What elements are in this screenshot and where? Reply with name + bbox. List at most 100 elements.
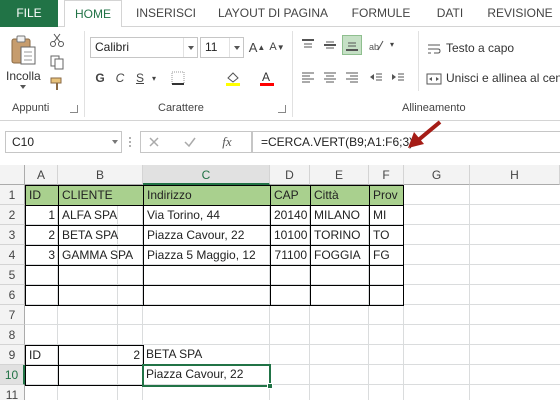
orientation-icon[interactable]: ab (366, 35, 386, 55)
align-right-icon[interactable] (342, 67, 362, 87)
cell-b9[interactable]: 2 (58, 345, 144, 366)
fill-color-icon[interactable] (222, 69, 244, 87)
underline-button[interactable]: S (132, 69, 148, 87)
chevron-down-icon[interactable]: ▾ (388, 39, 396, 49)
font-name-select[interactable]: Calibri (90, 37, 198, 58)
row-header-1[interactable]: 1 (0, 185, 25, 205)
cell-a10[interactable] (25, 365, 59, 386)
cell-c2[interactable]: Via Torino, 44 (143, 205, 271, 226)
row-header-5[interactable]: 5 (0, 265, 25, 285)
cut-icon[interactable] (48, 31, 66, 49)
formula-bar-grip[interactable] (128, 136, 132, 148)
cell-d2[interactable]: 20140 (270, 205, 311, 226)
cell-f1[interactable]: Prov (369, 185, 404, 206)
cell-c5[interactable] (143, 265, 271, 286)
cell-b4[interactable]: GAMMA SPA (58, 245, 144, 266)
increase-font-size-icon[interactable]: A ▲ (248, 38, 266, 56)
row-header-7[interactable]: 7 (0, 305, 25, 325)
cell-c1[interactable]: Indirizzo (143, 185, 271, 206)
font-expander-icon[interactable] (278, 105, 286, 113)
row-header-8[interactable]: 8 (0, 325, 25, 345)
tab-formule[interactable]: FORMULE (344, 0, 418, 27)
cell-e1[interactable]: Città (310, 185, 370, 206)
row-header-10[interactable]: 10 (0, 365, 25, 385)
cell-a2[interactable]: 1 (25, 205, 59, 226)
cancel-icon[interactable] (147, 135, 161, 149)
chevron-down-icon[interactable] (183, 38, 197, 57)
cell-b3[interactable]: BETA SPA (58, 225, 144, 246)
insert-function-icon[interactable]: fx (218, 134, 236, 150)
font-color-icon[interactable]: A (256, 69, 278, 87)
cell-d5[interactable] (270, 265, 311, 286)
cell-b6[interactable] (58, 285, 144, 306)
align-bottom-icon[interactable] (342, 35, 362, 55)
column-header-h[interactable]: H (470, 165, 560, 185)
cell-b5[interactable] (58, 265, 144, 286)
cell-e3[interactable]: TORINO (310, 225, 370, 246)
decrease-font-size-icon[interactable]: A ▼ (268, 38, 286, 56)
column-header-c[interactable]: C (143, 165, 270, 185)
cell-d3[interactable]: 10100 (270, 225, 311, 246)
copy-icon[interactable] (48, 53, 66, 71)
align-left-icon[interactable] (298, 67, 318, 87)
chevron-down-icon[interactable]: ▾ (150, 73, 158, 83)
cell-d6[interactable] (270, 285, 311, 306)
cell-e2[interactable]: MILANO (310, 205, 370, 226)
cell-b1[interactable]: CLIENTE (58, 185, 144, 206)
font-size-select[interactable]: 11 (200, 37, 244, 58)
column-header-d[interactable]: D (270, 165, 310, 185)
column-header-f[interactable]: F (369, 165, 404, 185)
cell-d4[interactable]: 71100 (270, 245, 311, 266)
align-top-icon[interactable] (298, 35, 318, 55)
row-header-4[interactable]: 4 (0, 245, 25, 265)
merge-center-icon[interactable] (426, 71, 442, 87)
cell-e4[interactable]: FOGGIA (310, 245, 370, 266)
cell-f5[interactable] (369, 265, 404, 286)
row-header-3[interactable]: 3 (0, 225, 25, 245)
row-header-9[interactable]: 9 (0, 345, 25, 365)
column-header-e[interactable]: E (310, 165, 369, 185)
italic-button[interactable]: C (112, 69, 128, 87)
cell-a9[interactable]: ID (25, 345, 59, 366)
cell-a4[interactable]: 3 (25, 245, 59, 266)
row-header-6[interactable]: 6 (0, 285, 25, 305)
cell-b2[interactable]: ALFA SPA (58, 205, 144, 226)
column-header-a[interactable]: A (25, 165, 58, 185)
increase-indent-icon[interactable] (388, 67, 408, 87)
merge-center-button[interactable]: Unisci e allinea al centro (446, 71, 560, 85)
wrap-text-icon[interactable] (426, 41, 442, 57)
decrease-indent-icon[interactable] (366, 67, 386, 87)
chevron-down-icon[interactable] (112, 140, 118, 144)
cell-a3[interactable]: 2 (25, 225, 59, 246)
cell-c4[interactable]: Piazza 5 Maggio, 12 (143, 245, 271, 266)
tab-layout-di-pagina[interactable]: LAYOUT DI PAGINA (210, 0, 336, 27)
cell-f2[interactable]: MI (369, 205, 404, 226)
tab-file[interactable]: FILE (0, 0, 58, 27)
select-all-corner[interactable] (0, 165, 25, 185)
clipboard-expander-icon[interactable] (70, 105, 78, 113)
cell-e5[interactable] (310, 265, 370, 286)
cell-c3[interactable]: Piazza Cavour, 22 (143, 225, 271, 246)
tab-dati[interactable]: DATI (424, 0, 476, 27)
bold-button[interactable]: G (92, 69, 108, 87)
cell-f4[interactable]: FG (369, 245, 404, 266)
cell-a5[interactable] (25, 265, 59, 286)
cell-c9[interactable]: BETA SPA (143, 345, 270, 365)
fill-handle[interactable] (267, 383, 273, 389)
tab-inserisci[interactable]: INSERISCI (128, 0, 204, 27)
column-header-b[interactable]: B (58, 165, 143, 185)
row-header-2[interactable]: 2 (0, 205, 25, 225)
cell-f3[interactable]: TO (369, 225, 404, 246)
borders-icon[interactable] (168, 69, 188, 87)
column-header-g[interactable]: G (404, 165, 470, 185)
cell-e6[interactable] (310, 285, 370, 306)
cell-f6[interactable] (369, 285, 404, 306)
align-middle-icon[interactable] (320, 35, 340, 55)
chevron-down-icon[interactable] (229, 38, 243, 57)
cell-c6[interactable] (143, 285, 271, 306)
paste-button-label[interactable]: Incolla (6, 69, 41, 83)
cell-a1[interactable]: ID (25, 185, 59, 206)
enter-icon[interactable] (183, 135, 197, 149)
wrap-text-button[interactable]: Testo a capo (446, 41, 514, 55)
paste-dropdown-icon[interactable] (20, 85, 26, 89)
